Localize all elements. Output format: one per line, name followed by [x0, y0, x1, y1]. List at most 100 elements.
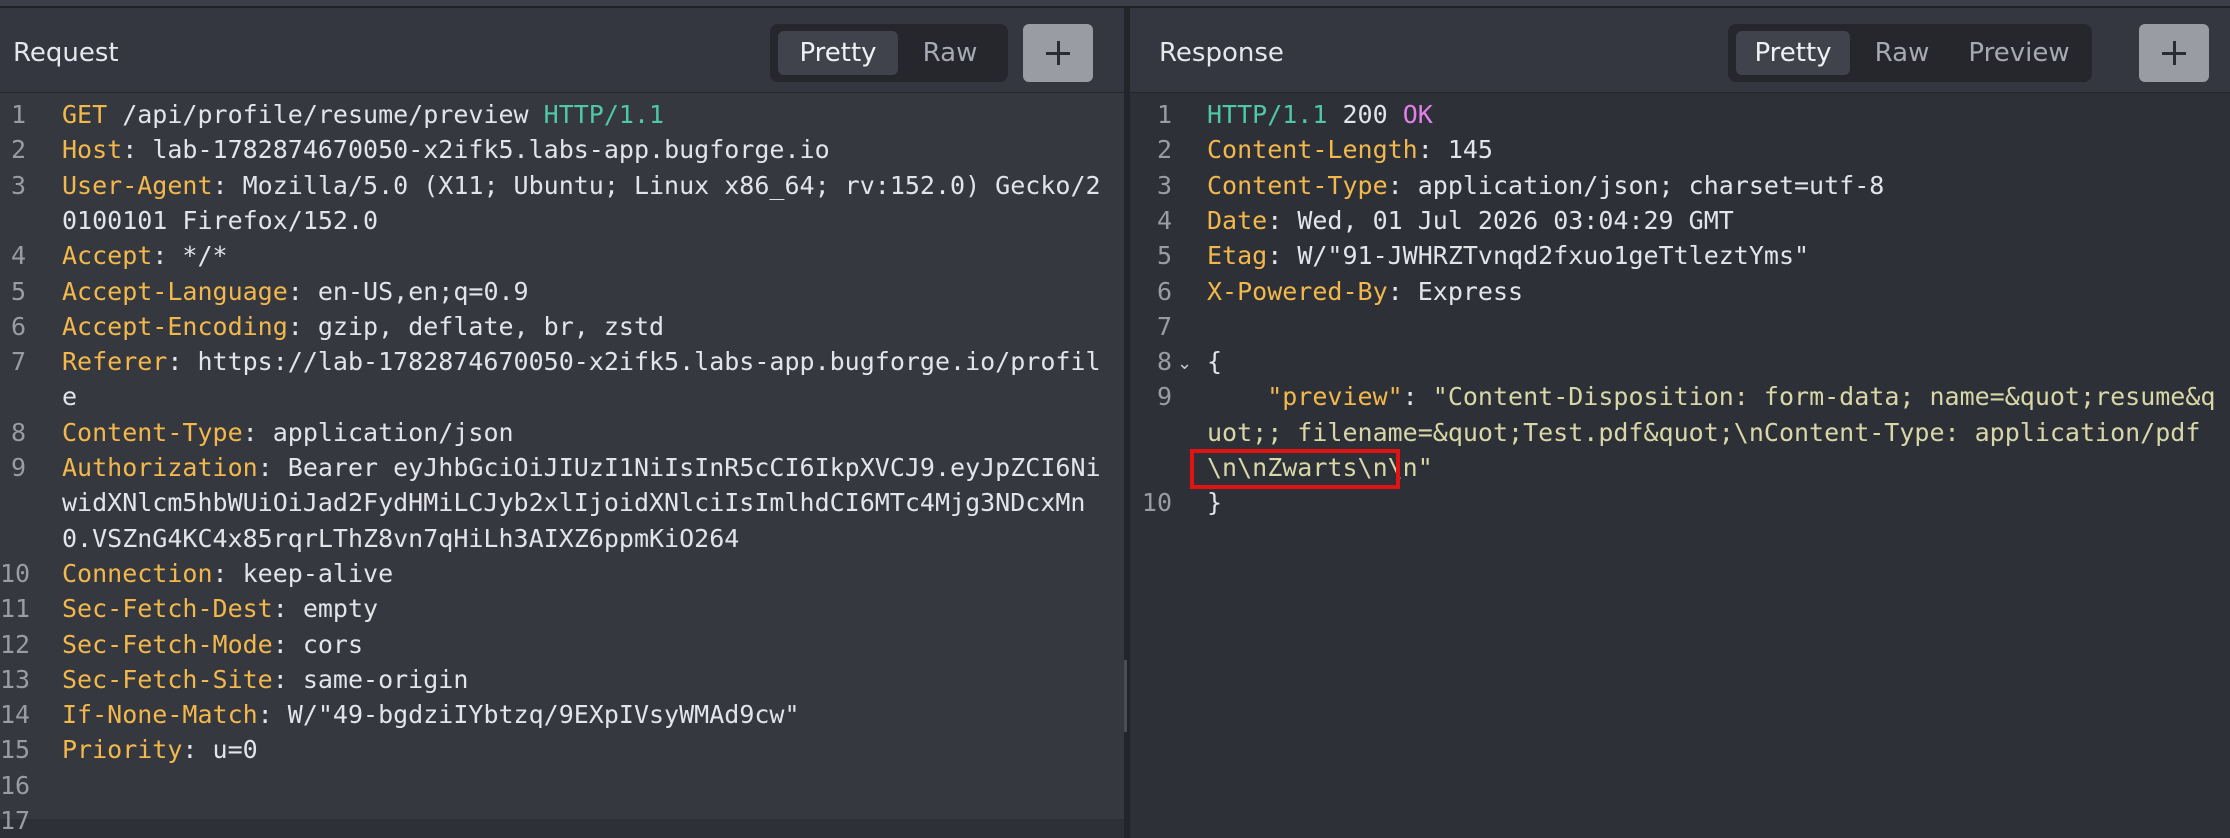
header-value: : W/"91-JWHRZTvnqd2fxuo1geTtleztYms"	[1267, 241, 1810, 271]
line-number: 1	[10, 100, 26, 129]
request-pane: Request Pretty Raw 1 GET /api/profile/res…	[0, 8, 1124, 838]
header-name: Etag	[1207, 241, 1268, 271]
request-add-button[interactable]	[1023, 24, 1093, 82]
line-number: 3	[10, 170, 26, 200]
http-protocol: HTTP/1.1	[1207, 100, 1328, 129]
header-value: : */*	[152, 241, 228, 271]
header-value: : same-origin	[272, 664, 469, 694]
header-name: Sec-Fetch-Site	[62, 664, 273, 694]
response-line: HTTP/1.1 200 OK	[1207, 100, 1433, 129]
request-line: Authorization: Bearer eyJhbGciOiJIUzI1Ni…	[62, 453, 1101, 482]
line-number: 5	[10, 276, 26, 306]
request-line: Sec-Fetch-Mode: cors	[62, 630, 363, 659]
header-value: : application/json	[242, 417, 514, 447]
header-name: Content-Length	[1207, 135, 1418, 165]
request-line: Connection: keep-alive	[62, 559, 393, 588]
header-name: Accept-Encoding	[62, 311, 288, 341]
line-number: 8	[1156, 347, 1172, 377]
json-key: "preview"	[1207, 382, 1403, 412]
request-line: GET /api/profile/resume/preview HTTP/1.1	[62, 100, 664, 129]
response-line: Etag: W/"91-JWHRZTvnqd2fxuo1geTtleztYms"	[1207, 241, 1809, 270]
response-editor[interactable]: 1 HTTP/1.1 200 OK 2 Content-Length: 145 3 Con…	[1130, 93, 2230, 838]
header-value: : empty	[272, 594, 379, 624]
header-name: X-Powered-By	[1207, 276, 1388, 306]
header-value: : gzip, deflate, br, zstd	[287, 311, 665, 341]
line-number: 1	[1156, 100, 1172, 129]
line-number: 10	[0, 558, 31, 588]
response-tab-preview[interactable]: Preview	[1954, 31, 2084, 75]
line-number: 6	[10, 311, 26, 341]
request-view-toggle: Pretty Raw	[770, 24, 1008, 82]
header-name: Referer	[62, 347, 168, 377]
status-text: OK	[1402, 100, 1433, 129]
line-number: 6	[1156, 276, 1172, 306]
header-name: Sec-Fetch-Dest	[62, 594, 273, 624]
header-name: Content-Type	[1207, 170, 1388, 200]
header-name: Accept-Language	[62, 276, 288, 306]
request-line: Referer: https://lab-1782874670050-x2ifk…	[62, 347, 1101, 376]
response-tab-pretty[interactable]: Pretty	[1736, 31, 1850, 75]
header-name: If-None-Match	[62, 700, 258, 730]
request-line: Sec-Fetch-Dest: empty	[62, 594, 378, 623]
request-line: Accept-Language: en-US,en;q=0.9	[62, 277, 529, 306]
window-top-strip	[0, 0, 2230, 8]
header-value: : cors	[272, 629, 364, 659]
response-line: Date: Wed, 01 Jul 2026 03:04:29 GMT	[1207, 206, 1734, 235]
request-editor[interactable]: 1 GET /api/profile/resume/preview HTTP/1.…	[0, 93, 1124, 838]
header-value: : keep-alive	[212, 558, 394, 588]
header-name: Priority	[62, 735, 183, 765]
chevron-down-icon[interactable]: ⌄	[1177, 353, 1192, 374]
request-title: Request	[13, 38, 119, 68]
line-number: 4	[10, 241, 26, 271]
request-tab-raw[interactable]: Raw	[900, 31, 1000, 75]
line-number: 8	[10, 417, 26, 447]
response-line: Content-Length: 145	[1207, 135, 1493, 164]
wrapped-text: widXNlcm5hbWUiOiJad2FydHMiLCJyb2xlIjoidX…	[62, 488, 1086, 518]
wrapped-text: 0.VSZnG4KC4x85rqrLThZ8vn7qHiLh3AIXZ6ppmK…	[62, 523, 740, 553]
json-separator: :	[1402, 382, 1433, 412]
request-tab-pretty[interactable]: Pretty	[778, 31, 898, 75]
request-line: If-None-Match: W/"49-bgdziIYbtzq/9EXpIVs…	[62, 700, 800, 729]
request-line: Priority: u=0	[62, 735, 258, 764]
request-line: Content-Type: application/json	[62, 418, 514, 447]
header-value: : en-US,en;q=0.9	[287, 276, 529, 306]
response-tab-raw[interactable]: Raw	[1852, 31, 1952, 75]
response-line: {	[1207, 347, 1222, 376]
line-number: 3	[1156, 170, 1172, 200]
line-number: 4	[1156, 205, 1172, 235]
header-value: : Mozilla/5.0 (X11; Ubuntu; Linux x86_64…	[212, 170, 1101, 200]
json-string: "Content-Disposition: form-data; name=&q…	[1432, 382, 2216, 412]
request-header: Request Pretty Raw	[0, 8, 1124, 93]
wrapped-text: e	[62, 382, 78, 412]
pane-resize-handle[interactable]	[1124, 660, 1127, 732]
line-number: 9	[10, 453, 26, 482]
header-value: : Wed, 01 Jul 2026 03:04:29 GMT	[1267, 205, 1734, 235]
line-number: 7	[1156, 311, 1172, 341]
http-method: GET	[62, 100, 108, 129]
response-pane: Response Pretty Raw Preview 1 HTTP/1.1 20…	[1130, 8, 2230, 838]
wrapped-text: 0100101 Firefox/152.0	[62, 205, 379, 235]
response-add-button[interactable]	[2139, 24, 2209, 82]
response-header: Response Pretty Raw Preview	[1130, 8, 2230, 93]
http-protocol: HTTP/1.1	[543, 100, 665, 129]
request-line: Host: lab-1782874670050-x2ifk5.labs-app.…	[62, 135, 830, 164]
response-title: Response	[1159, 38, 1284, 68]
line-number: 2	[10, 135, 26, 165]
header-name: Sec-Fetch-Mode	[62, 629, 273, 659]
header-name: Authorization	[62, 453, 258, 482]
status-code: 200	[1327, 100, 1403, 129]
header-value: : u=0	[182, 735, 258, 765]
response-view-toggle: Pretty Raw Preview	[1728, 24, 2092, 82]
response-line: uot;; filename=&quot;Test.pdf&quot;\nCon…	[1207, 418, 2200, 447]
header-value: : application/json; charset=utf-8	[1387, 170, 1885, 200]
request-line: 0.VSZnG4KC4x85rqrLThZ8vn7qHiLh3AIXZ6ppmK…	[62, 524, 739, 553]
header-name: Content-Type	[62, 417, 243, 447]
response-line: }	[1207, 488, 1222, 517]
line-number: 10	[1141, 488, 1172, 518]
header-name: Accept	[62, 241, 153, 271]
header-value: : 145	[1417, 135, 1493, 165]
request-line: widXNlcm5hbWUiOiJad2FydHMiLCJyb2xlIjoidX…	[62, 488, 1086, 517]
header-value: : lab-1782874670050-x2ifk5.labs-app.bugf…	[122, 135, 830, 165]
response-line: X-Powered-By: Express	[1207, 277, 1523, 306]
json-string: uot;; filename=&quot;Test.pdf&quot;\nCon…	[1207, 417, 2201, 447]
